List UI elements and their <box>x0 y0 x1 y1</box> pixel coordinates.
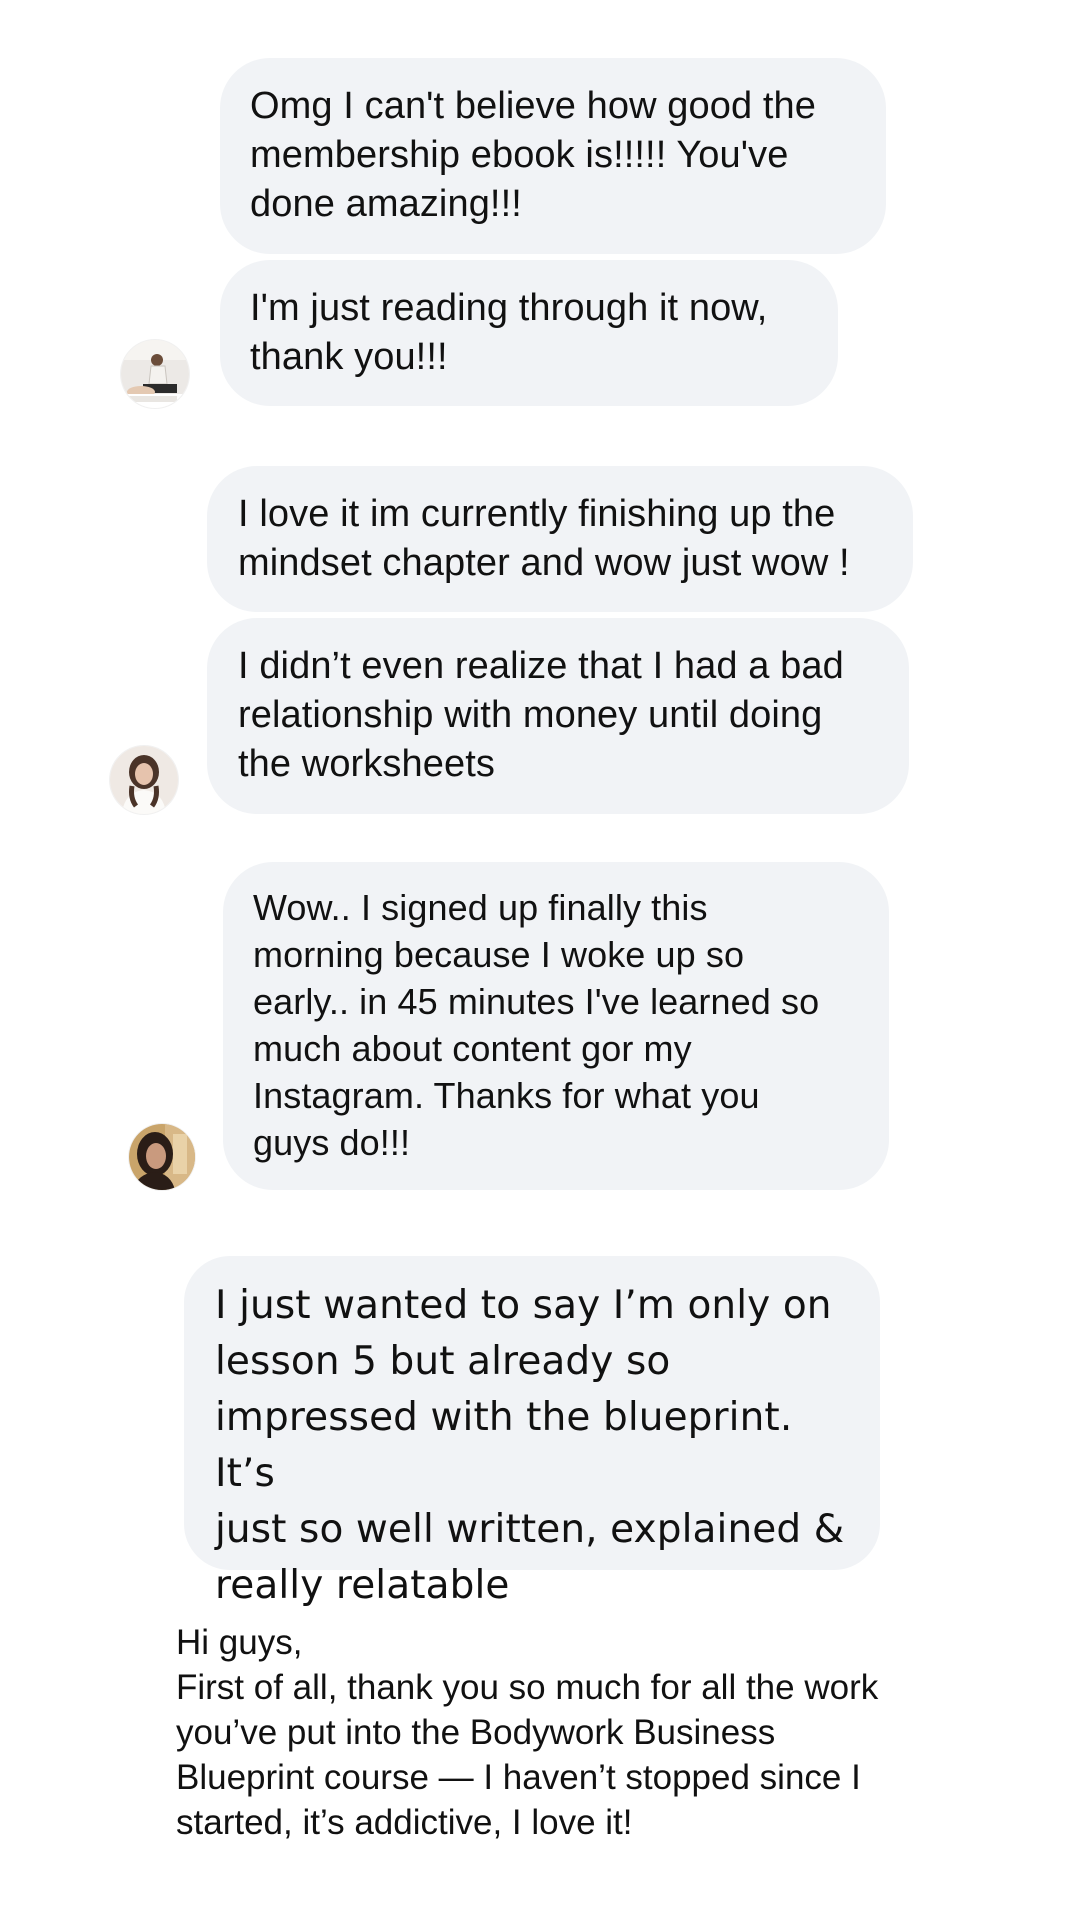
message-line: guys do!!! <box>253 1122 411 1163</box>
message-line: Instagram. Thanks for what you <box>253 1075 760 1116</box>
message-line: the worksheets <box>238 743 495 785</box>
sender-avatar[interactable] <box>110 746 178 814</box>
message-line: I just wanted to say I’m only on <box>215 1283 832 1328</box>
message-bubble[interactable]: I love it im currently finishing up the … <box>207 466 913 612</box>
message-line: done amazing!!! <box>250 183 522 225</box>
sender-avatar[interactable] <box>121 340 189 408</box>
woman-portrait-avatar <box>110 746 178 814</box>
email-line: you’ve put into the Bodywork Business <box>176 1713 776 1752</box>
message-line: membership ebook is!!!!! You've <box>250 134 789 176</box>
message-bubble[interactable]: I just wanted to say I’m only on lesson … <box>184 1256 880 1608</box>
message-line: impressed with the blueprint. It’s <box>215 1395 793 1496</box>
email-line: First of all, thank you so much for all … <box>176 1668 879 1707</box>
message-line: just so well written, explained & <box>215 1507 845 1552</box>
message-line: Wow.. I signed up finally this <box>253 887 708 928</box>
message-bubble[interactable]: Wow.. I signed up finally this morning b… <box>223 862 889 1190</box>
woman-selfie-avatar <box>129 1124 195 1190</box>
message-line: lesson 5 but already so <box>215 1339 671 1384</box>
message-line: relationship with money until doing <box>238 694 823 736</box>
message-line: I didn’t even realize that I had a bad <box>238 645 844 687</box>
email-testimonial: Hi guys, First of all, thank you so much… <box>176 1620 1036 1845</box>
message-line: much about content gor my <box>253 1028 692 1069</box>
massage-photo-avatar <box>121 340 189 408</box>
sender-avatar[interactable] <box>129 1124 195 1190</box>
message-bubble[interactable]: Omg I can't believe how good the members… <box>220 58 886 254</box>
message-line: morning because I woke up so <box>253 934 745 975</box>
message-line: Omg I can't believe how good the <box>250 85 817 127</box>
message-line: really relatable <box>215 1563 510 1608</box>
message-line: I'm just reading through it now, <box>250 287 768 329</box>
message-line: early.. in 45 minutes I've learned so <box>253 981 820 1022</box>
email-line: started, it’s addictive, I love it! <box>176 1803 633 1842</box>
message-line: mindset chapter and wow just wow ! <box>238 542 850 584</box>
message-line: I love it im currently finishing up the <box>238 493 836 535</box>
email-line: Hi guys, <box>176 1623 303 1662</box>
message-line: thank you!!! <box>250 336 448 378</box>
message-bubble[interactable]: I'm just reading through it now, thank y… <box>220 260 838 406</box>
email-line: Blueprint course — I haven’t stopped sin… <box>176 1758 861 1797</box>
message-bubble[interactable]: I didn’t even realize that I had a bad r… <box>207 618 909 814</box>
